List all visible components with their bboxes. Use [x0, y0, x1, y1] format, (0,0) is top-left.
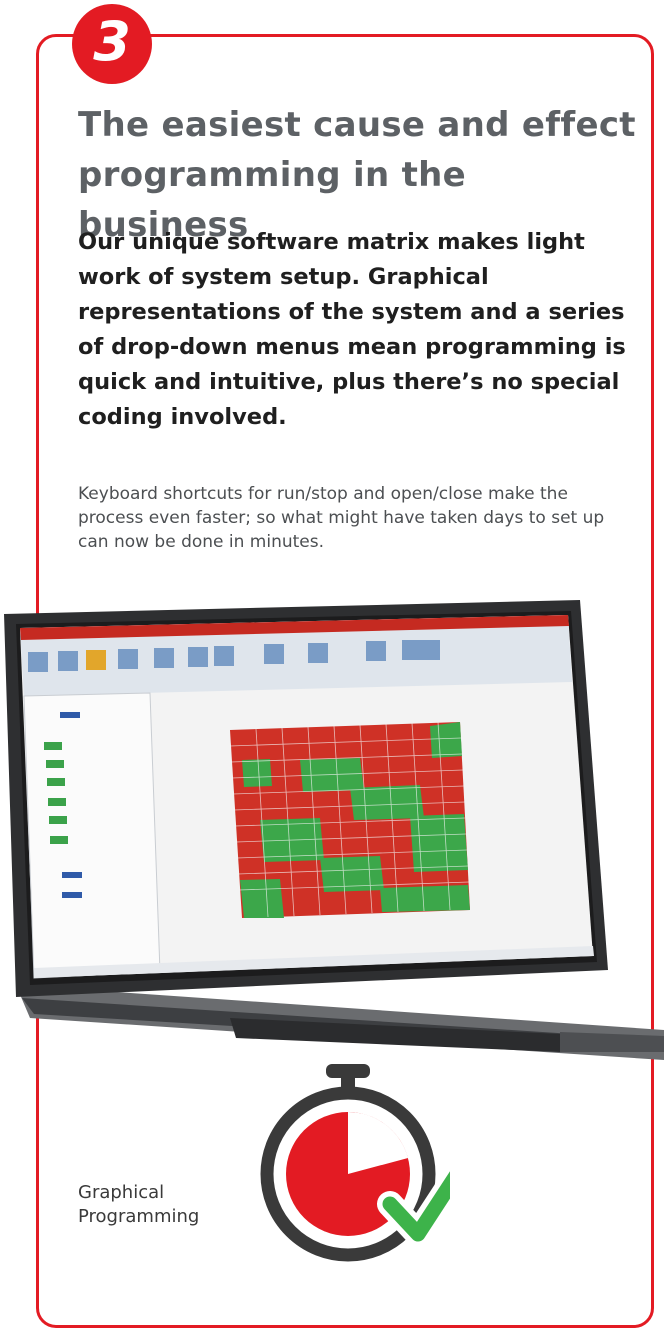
step-number: 3 — [93, 10, 131, 73]
stopwatch-check-icon — [260, 1064, 450, 1262]
laptop-software-image — [4, 600, 664, 1060]
lead-paragraph: Our unique software matrix makes light w… — [78, 229, 626, 430]
caption: Graphical Programming — [78, 1181, 199, 1229]
step-number-badge: 3 — [72, 4, 152, 84]
body-paragraph: Keyboard shortcuts for run/stop and open… — [78, 484, 605, 552]
caption-line-1: Graphical — [78, 1182, 165, 1203]
caption-line-2: Programming — [78, 1206, 200, 1227]
